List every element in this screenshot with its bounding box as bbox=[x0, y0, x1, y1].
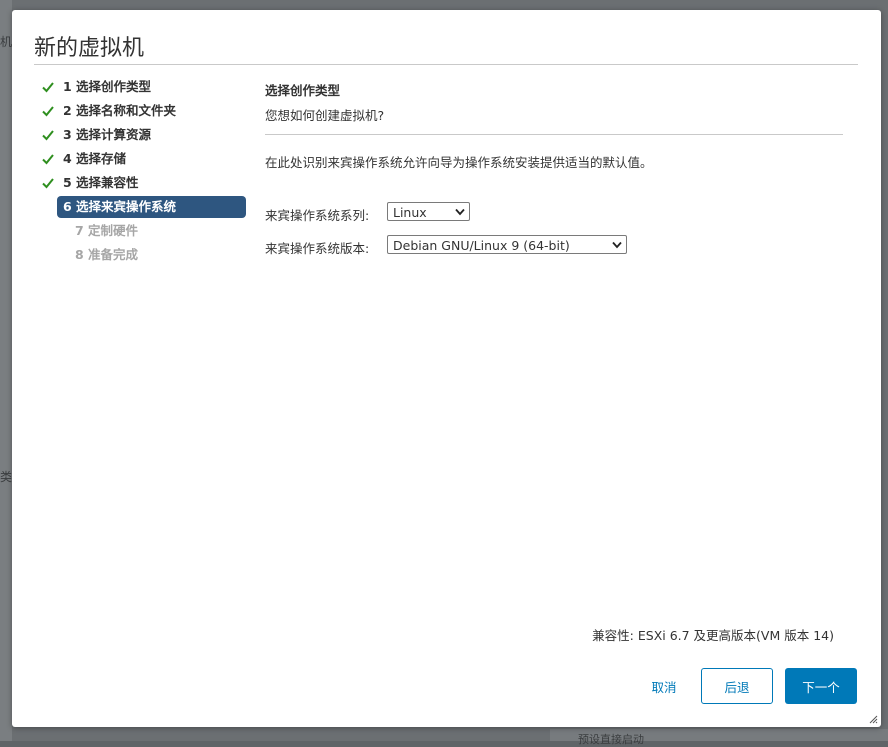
os-family-value: Linux bbox=[393, 205, 427, 220]
wizard-step-label: 5 选择兼容性 bbox=[63, 175, 139, 190]
background-bottom-text: 预设直接启动 bbox=[578, 733, 644, 746]
wizard-step-6-active[interactable]: 6 选择来宾操作系统 bbox=[57, 196, 246, 218]
content-subheading: 您想如何创建虚拟机? bbox=[265, 108, 385, 123]
wizard-step-label: 1 选择创作类型 bbox=[63, 79, 152, 94]
content-divider bbox=[265, 134, 843, 135]
os-family-select[interactable]: Linux bbox=[387, 202, 470, 221]
check-icon bbox=[42, 154, 54, 165]
wizard-step-5[interactable]: 5 选择兼容性 bbox=[38, 172, 248, 194]
content-description: 在此处识别来宾操作系统允许向导为操作系统安装提供适当的默认值。 bbox=[265, 155, 653, 170]
os-family-row: 来宾操作系统系列: Linux bbox=[265, 202, 565, 223]
content-heading: 选择创作类型 bbox=[265, 83, 341, 98]
check-icon bbox=[42, 82, 54, 93]
os-family-label: 来宾操作系统系列: bbox=[265, 208, 370, 223]
background-text-fragment: 类 bbox=[0, 470, 13, 484]
check-icon bbox=[42, 106, 54, 117]
wizard-step-label: 6 选择来宾操作系统 bbox=[63, 199, 177, 214]
wizard-step-8: 8 准备完成 bbox=[38, 244, 248, 266]
step-content: 选择创作类型 您想如何创建虚拟机? 在此处识别来宾操作系统允许向导为操作系统安装… bbox=[265, 78, 843, 171]
wizard-step-label: 7 定制硬件 bbox=[75, 223, 139, 238]
new-vm-dialog: 新的虚拟机 1 选择创作类型 2 选择名称和文件夹 3 选择计算资源 4 选择存… bbox=[12, 10, 881, 727]
wizard-step-label: 4 选择存储 bbox=[63, 151, 127, 166]
cancel-button[interactable]: 取消 bbox=[624, 668, 704, 704]
back-button[interactable]: 后退 bbox=[701, 668, 773, 704]
wizard-step-3[interactable]: 3 选择计算资源 bbox=[38, 124, 248, 146]
background-left-panel bbox=[0, 0, 12, 741]
wizard-step-label: 3 选择计算资源 bbox=[63, 127, 152, 142]
background-text-fragment: 机 bbox=[0, 35, 13, 49]
title-divider bbox=[34, 64, 858, 65]
wizard-step-label: 8 准备完成 bbox=[75, 247, 139, 262]
wizard-steps: 1 选择创作类型 2 选择名称和文件夹 3 选择计算资源 4 选择存储 5 选择… bbox=[38, 76, 248, 268]
wizard-step-1[interactable]: 1 选择创作类型 bbox=[38, 76, 248, 98]
dialog-title: 新的虚拟机 bbox=[34, 36, 145, 61]
wizard-step-2[interactable]: 2 选择名称和文件夹 bbox=[38, 100, 248, 122]
os-version-row: 来宾操作系统版本: Debian GNU/Linux 9 (64-bit) bbox=[265, 235, 645, 256]
compatibility-info: 兼容性: ESXi 6.7 及更高版本(VM 版本 14) bbox=[592, 628, 834, 643]
os-version-value: Debian GNU/Linux 9 (64-bit) bbox=[393, 238, 570, 253]
wizard-step-label: 2 选择名称和文件夹 bbox=[63, 103, 177, 118]
chevron-down-icon bbox=[612, 241, 622, 249]
chevron-down-icon bbox=[455, 208, 465, 216]
wizard-step-7: 7 定制硬件 bbox=[38, 220, 248, 242]
next-button[interactable]: 下一个 bbox=[785, 668, 857, 704]
check-icon bbox=[42, 178, 54, 189]
wizard-step-4[interactable]: 4 选择存储 bbox=[38, 148, 248, 170]
check-icon bbox=[42, 130, 54, 141]
os-version-label: 来宾操作系统版本: bbox=[265, 241, 370, 256]
os-version-select[interactable]: Debian GNU/Linux 9 (64-bit) bbox=[387, 235, 627, 254]
resize-handle-icon[interactable] bbox=[869, 715, 878, 724]
